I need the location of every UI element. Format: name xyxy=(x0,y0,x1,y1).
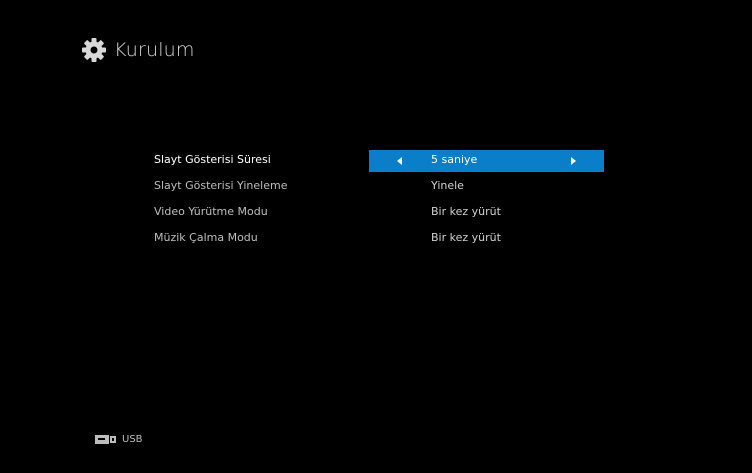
setting-value-selector[interactable]: Bir kez yürüt xyxy=(369,228,604,250)
usb-icon xyxy=(95,434,116,444)
setting-value: Bir kez yürüt xyxy=(431,205,501,218)
setting-value: Yinele xyxy=(431,179,464,192)
source-indicator: USB xyxy=(95,431,143,447)
setting-row-slide-duration[interactable]: Slayt Gösterisi Süresi 5 saniye xyxy=(0,150,752,172)
setting-value: 5 saniye xyxy=(431,153,478,166)
setting-label: Video Yürütme Modu xyxy=(154,205,268,218)
setting-row-slide-repeat[interactable]: Slayt Gösterisi Yineleme Yinele xyxy=(0,176,752,198)
setting-row-music-mode[interactable]: Müzik Çalma Modu Bir kez yürüt xyxy=(0,228,752,250)
setting-row-video-mode[interactable]: Video Yürütme Modu Bir kez yürüt xyxy=(0,202,752,224)
setting-label: Slayt Gösterisi Yineleme xyxy=(154,179,288,192)
arrow-left-icon[interactable] xyxy=(397,157,402,165)
setting-label: Slayt Gösterisi Süresi xyxy=(154,153,271,166)
setting-value-selector[interactable]: Bir kez yürüt xyxy=(369,202,604,224)
source-label: USB xyxy=(122,433,143,445)
page-header: Kurulum xyxy=(81,36,195,64)
setting-label: Müzik Çalma Modu xyxy=(154,231,258,244)
setting-value-selector[interactable]: 5 saniye xyxy=(369,150,604,172)
gear-icon xyxy=(82,38,106,62)
arrow-right-icon[interactable] xyxy=(571,157,576,165)
page-title: Kurulum xyxy=(114,39,195,61)
setup-screen: Kurulum Slayt Gösterisi Süresi 5 saniye … xyxy=(0,0,752,473)
setting-value: Bir kez yürüt xyxy=(431,231,501,244)
setting-value-selector[interactable]: Yinele xyxy=(369,176,604,198)
